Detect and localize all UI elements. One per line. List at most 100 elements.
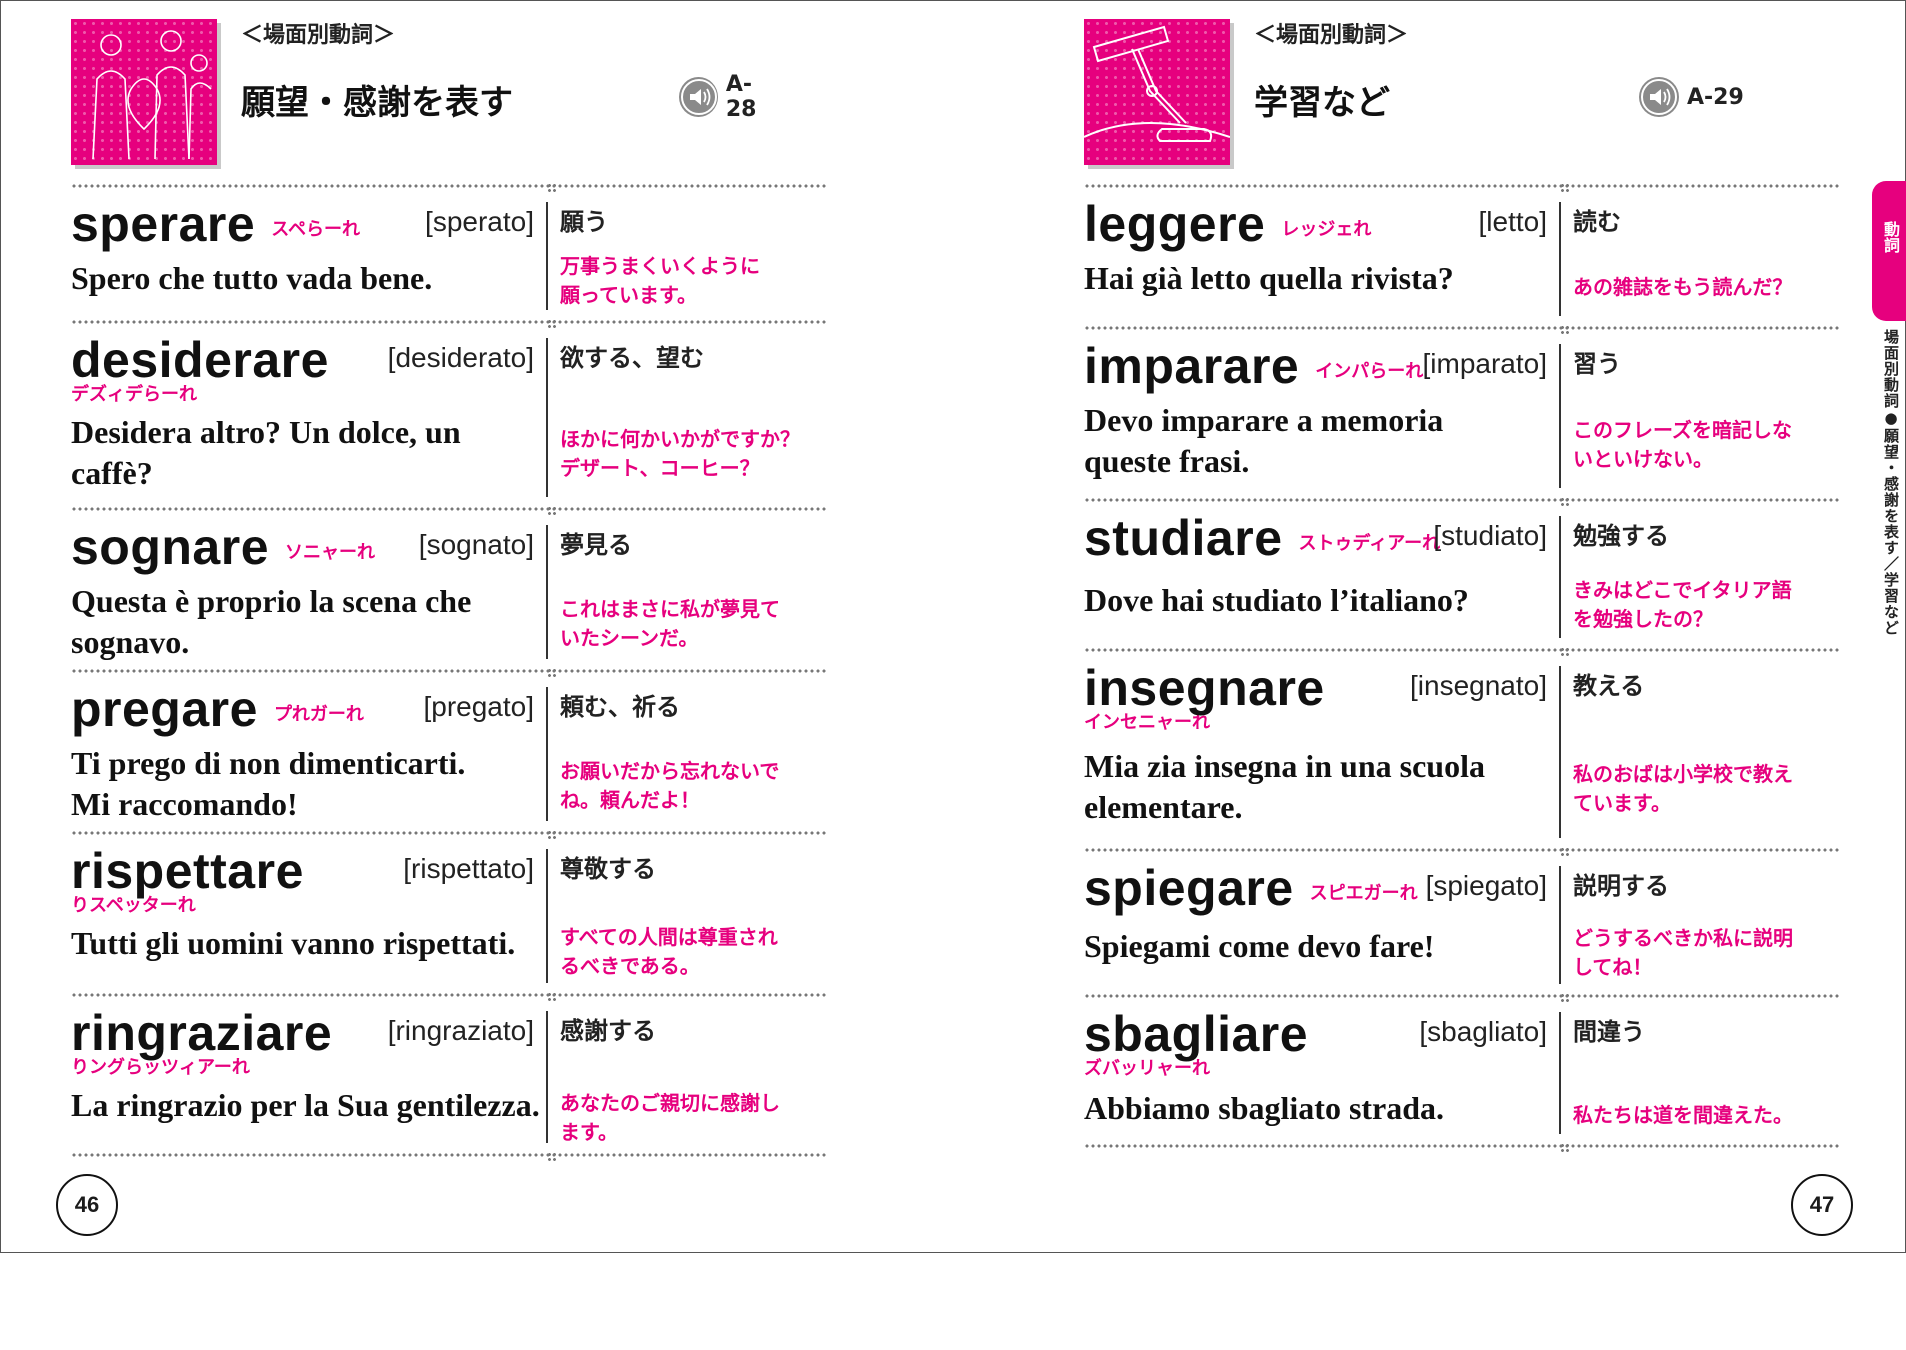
verb-meaning: 習う <box>1573 350 1621 378</box>
past-participle: [studiato] <box>1433 520 1547 551</box>
sentence-translation: あの雑誌をもう読んだ？ <box>1573 275 1793 299</box>
verb: sperare <box>71 196 256 252</box>
sentence-translation: 万事うまくいくように 願っています。 <box>560 254 760 307</box>
verb: pregare <box>71 681 258 737</box>
verb: ringraziare <box>71 1005 333 1061</box>
verb: sbagliare <box>1084 1006 1309 1062</box>
verb: sognare <box>71 519 270 575</box>
vocab-entry: desiderare [desiderato] デズィデらーれ Desidera … <box>71 324 826 507</box>
sentence-translation: このフレーズを暗記しな いといけない。 <box>1573 418 1792 471</box>
vocab-entry: ringraziare [ringraziato] りングらッツィアーれ La r… <box>71 997 826 1153</box>
verb-meaning: 感謝する <box>560 1017 656 1045</box>
speaker-icon[interactable] <box>1639 77 1679 117</box>
verb: leggere <box>1084 196 1266 252</box>
sentence-translation: きみはどこでイタリア語 を勉強したの？ <box>1573 578 1792 631</box>
vocab-entry: sognare ソニャーれ [sognato] Questa è proprio l… <box>71 511 826 669</box>
example-sentence: Spiegami come devo fare! <box>1084 928 1435 964</box>
verb-meaning: 頼む、祈る <box>560 693 680 721</box>
example-sentence: Hai già letto quella rivista? <box>1084 260 1454 296</box>
right-entry-list: leggere レッジェれ [letto] Hai già letto quella… <box>1084 183 1839 1153</box>
verb: spiegare <box>1084 860 1294 916</box>
past-participle: [ringraziato] <box>387 1015 534 1046</box>
sentence-translation: 私たちは道を間違えた。 <box>1573 1103 1793 1127</box>
past-participle: [pregato] <box>423 691 534 722</box>
track-number: A-28 <box>725 72 757 122</box>
past-participle: [imparato] <box>1422 348 1548 379</box>
section-title: 願望・感謝を表す <box>241 83 513 123</box>
past-participle: [insegnato] <box>1410 670 1547 701</box>
past-participle: [sognato] <box>418 529 534 560</box>
verb-pronunciation: プれガーれ <box>273 704 364 725</box>
desk-lamp-illustration <box>1084 19 1230 165</box>
past-participle: [sperato] <box>425 206 534 237</box>
example-sentence: Mia zia insegna in una scuola elementare. <box>1084 748 1485 825</box>
sentence-translation: すべての人間は尊重され るべきである。 <box>560 925 778 978</box>
left-entry-list: sperare スペらーれ [sperato] Spero che tutto va… <box>71 183 826 1162</box>
right-header: ＜場面別動詞＞ 学習など A-29 <box>1084 19 1794 169</box>
example-sentence: Ti prego di non dimenticarti. Mi raccoman… <box>71 745 466 822</box>
example-sentence: Abbiamo sbagliato strada. <box>1084 1090 1445 1126</box>
sentence-translation: ほかに何かいかがですか？ デザート、コーヒー？ <box>560 427 800 480</box>
verb-pronunciation: レッジェれ <box>1281 219 1372 240</box>
verb: imparare <box>1084 338 1300 394</box>
past-participle: [spiegato] <box>1425 870 1547 901</box>
verb-meaning: 勉強する <box>1573 522 1669 550</box>
sentence-translation: これはまさに私が夢見て いたシーンだ。 <box>560 597 780 650</box>
past-participle: [letto] <box>1478 206 1547 237</box>
divider <box>71 1152 826 1162</box>
verb-pronunciation: インパらーれ <box>1315 361 1424 382</box>
people-illustration <box>71 19 217 165</box>
verb-meaning: 尊敬する <box>560 855 656 883</box>
verb-meaning: 教える <box>1573 672 1645 700</box>
verb: desiderare <box>71 332 329 388</box>
example-sentence: Questa è proprio la scena che sognavo. <box>71 583 472 660</box>
past-participle: [sbagliato] <box>1419 1016 1547 1047</box>
chapter-tab[interactable]: 動詞 <box>1872 181 1906 321</box>
audio-track[interactable]: A-29 <box>1639 75 1744 119</box>
verb-meaning: 願う <box>560 208 608 236</box>
example-sentence: Devo imparare a memoria queste frasi. <box>1084 402 1444 479</box>
page-number: 47 <box>1791 1174 1853 1236</box>
chapter-tab-label: 動詞 <box>1881 221 1900 253</box>
verb-meaning: 間違う <box>1573 1018 1645 1046</box>
divider <box>1084 1143 1839 1153</box>
vocab-entry: insegnare [insegnato] インセニャーれ Mia zia ins… <box>1084 652 1839 848</box>
category-label: ＜場面別動詞＞ <box>1254 23 1409 48</box>
verb-pronunciation: ストゥディアーれ <box>1298 533 1441 554</box>
vocab-entry: sbagliare [sbagliato] ズバッリャーれ Abbiamo sba… <box>1084 998 1839 1144</box>
right-page: ＜場面別動詞＞ 学習など A-29 leggere レッジェれ [letto] <box>954 1 1906 1252</box>
verb-meaning: 夢見る <box>560 531 632 559</box>
verb: insegnare <box>1084 660 1325 716</box>
verb-pronunciation: スペらーれ <box>271 219 360 240</box>
example-sentence: Desidera altro? Un dolce, un caffè? <box>71 414 461 491</box>
past-participle: [desiderato] <box>387 342 534 373</box>
example-sentence: Spero che tutto vada bene. <box>71 260 433 296</box>
section-title: 学習など <box>1254 83 1390 123</box>
audio-track[interactable]: A-28 <box>679 72 781 122</box>
page-number: 46 <box>56 1174 118 1236</box>
verb: rispettare <box>71 843 304 899</box>
example-sentence: Tutti gli uomini vanno rispettati. <box>71 925 516 961</box>
past-participle: [rispettato] <box>403 853 534 884</box>
vocab-entry: imparare インパらーれ [imparato] Devo imparare a… <box>1084 330 1839 498</box>
vocab-entry: pregare プれガーれ [pregato] Ti prego di non di… <box>71 673 826 831</box>
verb-pronunciation: ソニャーれ <box>285 542 376 563</box>
speaker-icon[interactable] <box>679 77 718 117</box>
left-page: ＜場面別動詞＞ 願望・感謝を表す A-28 sperare スペらーれ [spera… <box>1 1 954 1252</box>
verb: studiare <box>1084 510 1283 566</box>
left-header: ＜場面別動詞＞ 願望・感謝を表す A-28 <box>71 19 781 169</box>
vocab-entry: sperare スペらーれ [sperato] Spero che tutto va… <box>71 188 826 320</box>
category-label: ＜場面別動詞＞ <box>241 23 396 48</box>
example-sentence: La ringrazio per la Sua gentilezza. <box>71 1087 540 1123</box>
sentence-translation: どうするべきか私に説明 してね！ <box>1573 926 1793 979</box>
sentence-translation: お願いだから忘れないで ね。頼んだよ！ <box>560 759 780 812</box>
vocab-entry: studiare ストゥディアーれ [studiato] Dove hai stud… <box>1084 502 1839 648</box>
verb-meaning: 欲する、望む <box>560 344 704 372</box>
running-header: 場面別動詞●願望・感謝を表す／学習など <box>1882 329 1900 636</box>
track-number: A-29 <box>1687 84 1744 110</box>
verb-meaning: 説明する <box>1573 872 1669 900</box>
vocab-entry: leggere レッジェれ [letto] Hai già letto quella… <box>1084 188 1839 326</box>
verb-pronunciation: スピエガーれ <box>1309 883 1418 904</box>
sentence-translation: 私のおばは小学校で教え ています。 <box>1573 762 1793 815</box>
sentence-translation: あなたのご親切に感謝し ます。 <box>560 1091 780 1144</box>
